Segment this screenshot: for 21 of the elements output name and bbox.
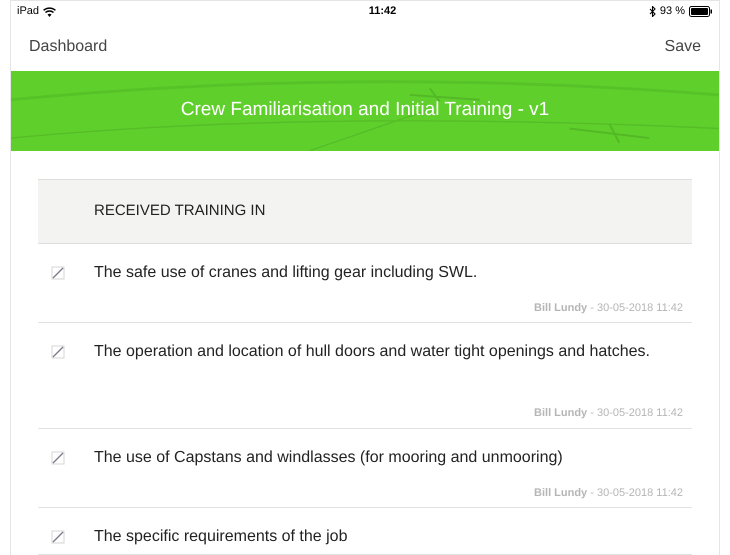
bluetooth-icon	[648, 6, 656, 18]
checked-box-icon[interactable]	[51, 530, 65, 544]
training-item-text: The use of Capstans and windlasses (for mooring and unmooring)	[94, 448, 563, 468]
page-title: Crew Familiarisation and Initial Training - v1	[180, 98, 550, 122]
checked-box-icon[interactable]	[51, 345, 65, 359]
battery-icon	[688, 6, 713, 18]
checked-box-icon[interactable]	[51, 450, 65, 464]
device-label: iPad	[17, 4, 40, 20]
clock: 11:42	[368, 4, 396, 20]
training-item-text: The specific requirements of the job	[94, 527, 348, 547]
battery-percent: 93 %	[660, 4, 685, 20]
training-item-text: The safe use of cranes and lifting gear including SWL.	[94, 262, 478, 282]
section-heading: RECEIVED TRAINING IN	[94, 200, 266, 221]
dashboard-back-button[interactable]: Dashboard	[29, 34, 108, 59]
signed-by-text: Bill Lundy - 30-05-2018 11:42	[534, 406, 683, 421]
checked-box-icon[interactable]	[51, 266, 65, 280]
training-item-text: The operation and location of hull doors and water tight openings and hatches.	[94, 342, 650, 362]
signed-by-text: Bill Lundy - 30-05-2018 11:42	[534, 300, 683, 316]
signed-by-text: Bill Lundy - 30-05-2018 11:42	[534, 486, 683, 500]
save-button[interactable]: Save	[664, 34, 701, 59]
wifi-icon	[43, 6, 56, 17]
